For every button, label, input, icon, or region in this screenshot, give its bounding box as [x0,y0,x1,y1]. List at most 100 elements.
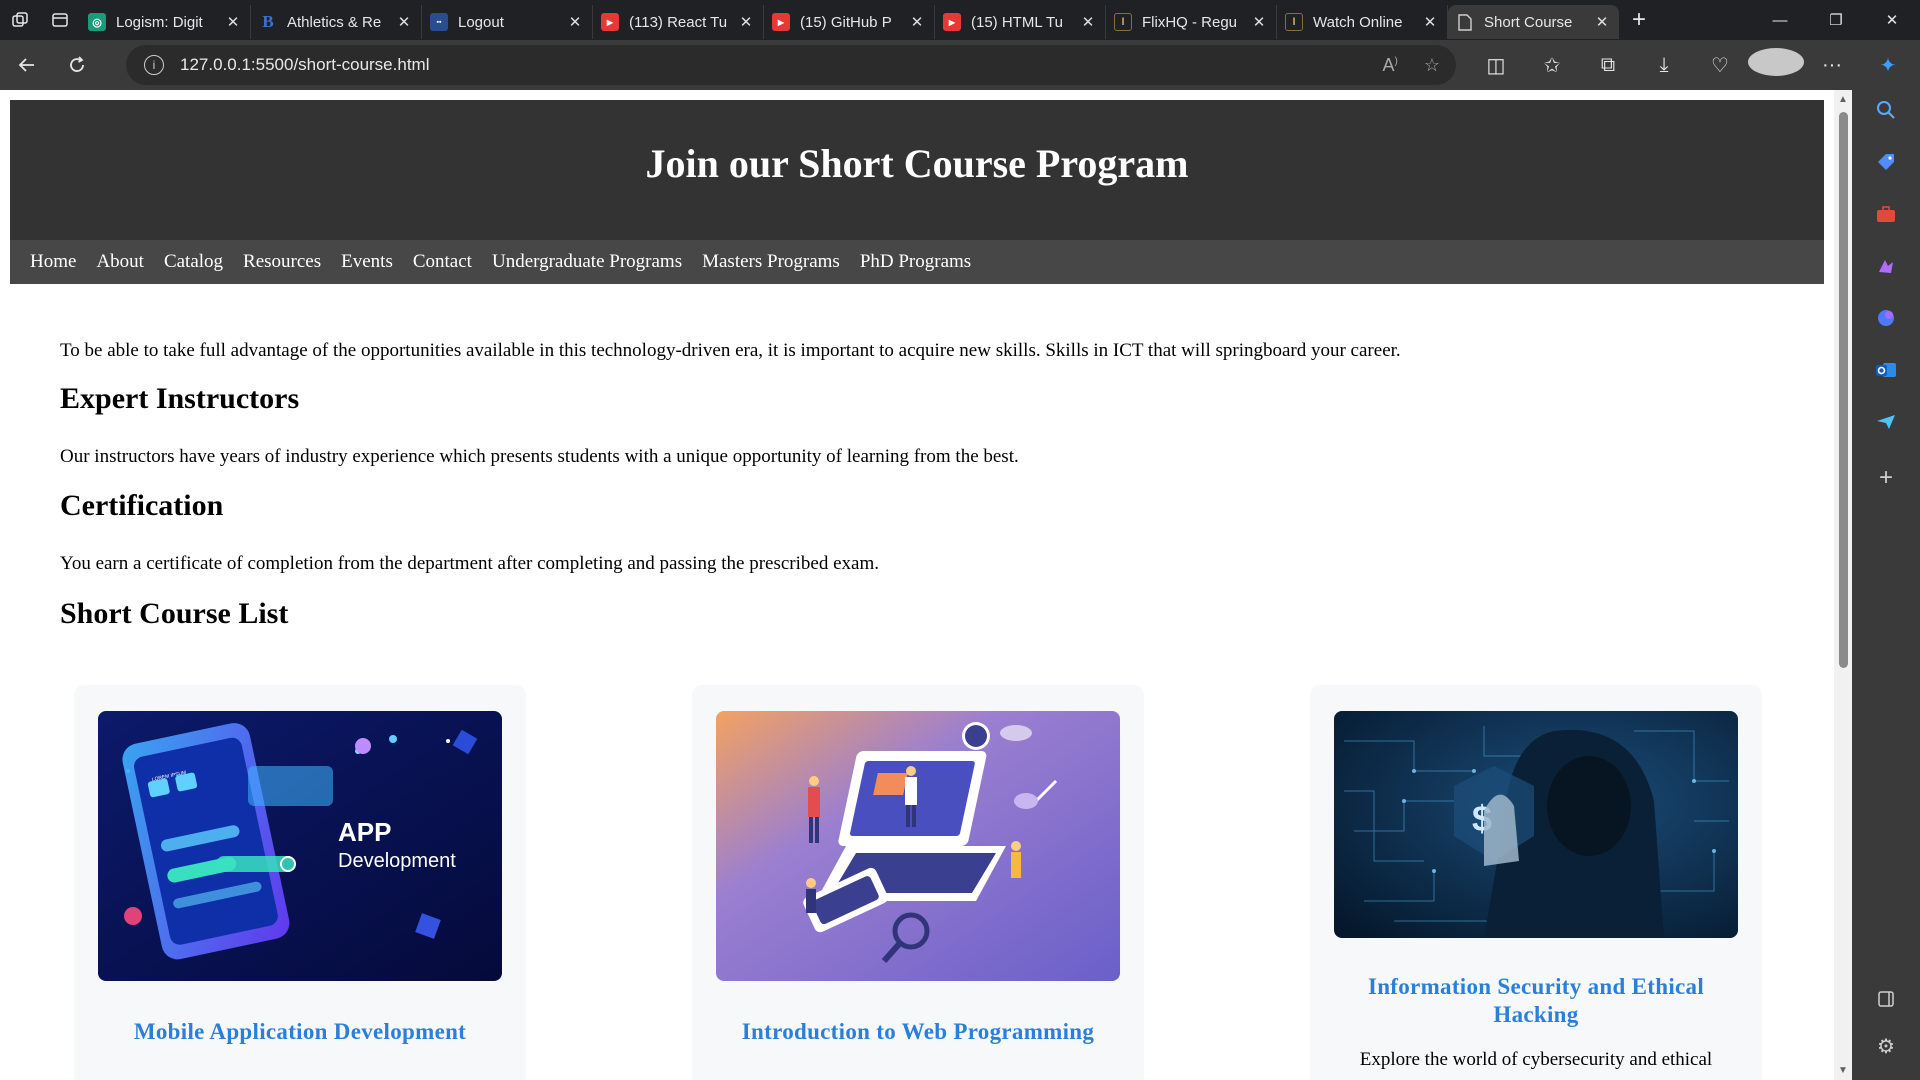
close-tab-icon[interactable]: ✕ [1250,13,1268,31]
page-title: Join our Short Course Program [645,141,1189,186]
nav-link-catalog[interactable]: Catalog [154,240,233,284]
b-letter-icon: B [262,12,274,31]
scroll-up-icon[interactable]: ▲ [1834,94,1852,105]
browser-tab[interactable]: B Athletics & Re ✕ [251,5,422,39]
nav-link-about[interactable]: About [86,240,154,284]
close-tab-icon[interactable]: ✕ [737,13,755,31]
tab-label: Athletics & Re [287,13,382,31]
browser-tab[interactable]: ▶ (113) React Tu ✕ [593,5,764,39]
course-title[interactable]: Mobile Application Development [94,1018,506,1046]
hide-sidebar-icon[interactable] [1852,990,1920,1008]
nav-link-events[interactable]: Events [331,240,403,284]
course-description: Explore the world of cybersecurity and e… [1359,1049,1713,1070]
downloads-icon[interactable]: ⤓ [1636,54,1692,77]
browser-tab[interactable]: ▶ (15) HTML Tu ✕ [935,5,1106,39]
course-image-mobile-app: APP Development LOREM IPSUM [98,711,502,981]
section-heading: Short Course List [60,597,289,630]
refresh-icon[interactable] [54,45,100,85]
nav-link-masters[interactable]: Masters Programs [692,240,850,284]
address-toolbar: i 127.0.0.1:5500/short-course.html A) ☆ … [0,40,1920,90]
site-info-icon[interactable]: i [144,55,164,75]
add-sidebar-app-icon[interactable]: + [1852,464,1920,492]
close-tab-icon[interactable]: ✕ [566,13,584,31]
tab-label: Short Course [1484,13,1573,31]
tab-label: Watch Online [1313,13,1403,31]
course-title[interactable]: Information Security and Ethical Hacking [1330,973,1742,1028]
page-viewport: Join our Short Course Program Home About… [0,90,1834,1080]
new-tab-icon[interactable]: + [1619,6,1659,34]
settings-gear-icon[interactable]: ⚙ [1852,1034,1920,1059]
browser-tab-strip: ◎ Logism: Digit ✕ B Athletics & Re ✕ ▪▪ … [0,0,1920,40]
course-card[interactable]: APP Development LOREM IPSUM Mobile Appli… [74,685,526,1080]
course-title[interactable]: Introduction to Web Programming [712,1018,1124,1046]
nav-link-phd[interactable]: PhD Programs [850,240,981,284]
games-icon[interactable] [1852,256,1920,276]
course-card[interactable]: $ Information Security and Ethical Hacki… [1310,685,1762,1080]
nav-link-resources[interactable]: Resources [233,240,331,284]
main-nav: Home About Catalog Resources Events Cont… [10,240,1824,284]
course-card[interactable]: Introduction to Web Programming [692,685,1144,1080]
tab-label: (113) React Tu [629,13,728,31]
browser-tab[interactable]: ▪▪ Logout ✕ [422,5,593,39]
page-scrollbar[interactable]: ▲ ▼ [1834,90,1852,1080]
close-window-icon[interactable]: ✕ [1864,0,1920,40]
minimize-icon[interactable]: — [1752,0,1808,40]
scrollbar-thumb[interactable] [1839,112,1848,668]
tools-briefcase-icon[interactable] [1852,204,1920,224]
section-text: Our instructors have years of industry e… [60,446,1019,467]
flixhq-icon: I [1285,13,1303,31]
scroll-down-icon[interactable]: ▼ [1834,1065,1852,1076]
close-tab-icon[interactable]: ✕ [1593,13,1611,31]
close-tab-icon[interactable]: ✕ [395,13,413,31]
document-icon [1456,13,1474,31]
favorites-icon[interactable]: ✩ [1524,53,1580,78]
restore-icon[interactable]: ❐ [1808,0,1864,40]
tab-actions-icon[interactable] [40,0,80,40]
profile-avatar[interactable] [1748,48,1804,82]
youtube-icon: ▶ [601,13,619,31]
more-options-icon[interactable]: ··· [1804,54,1860,77]
collections-icon[interactable]: ⧉ [1580,54,1636,77]
copilot-sidebar-icon[interactable] [1852,308,1920,328]
section-heading: Certification [60,489,224,522]
send-plane-icon[interactable] [1852,412,1920,432]
flixhq-icon: I [1114,13,1132,31]
read-aloud-icon[interactable]: A) [1383,55,1398,76]
youtube-icon: ▶ [772,13,790,31]
browser-tab[interactable]: ◎ Logism: Digit ✕ [80,5,251,39]
split-screen-icon[interactable]: ◫ [1468,53,1524,78]
section-text: You earn a certificate of completion fro… [60,553,879,574]
tab-label: FlixHQ - Regu [1142,13,1238,31]
browser-tab[interactable]: ▶ (15) GitHub P ✕ [764,5,935,39]
course-card-list: APP Development LOREM IPSUM Mobile Appli… [74,685,1762,1080]
workspaces-icon[interactable] [0,0,40,40]
copilot-icon[interactable]: ✦ [1860,53,1916,78]
address-bar[interactable]: i 127.0.0.1:5500/short-course.html A) ☆ [126,45,1456,85]
back-icon[interactable] [4,45,50,85]
tab-label: Logout [458,13,504,31]
close-tab-icon[interactable]: ✕ [1421,13,1439,31]
tab-label: Logism: Digit [116,13,203,31]
close-tab-icon[interactable]: ✕ [224,13,242,31]
youtube-icon: ▶ [943,13,961,31]
shopping-tag-icon[interactable] [1852,152,1920,172]
search-icon[interactable] [1852,100,1920,120]
favorite-star-icon[interactable]: ☆ [1424,55,1440,76]
url-text[interactable]: 127.0.0.1:5500/short-course.html [180,55,429,75]
close-tab-icon[interactable]: ✕ [1079,13,1097,31]
browser-tab[interactable]: I FlixHQ - Regu ✕ [1106,5,1277,39]
section-heading: Expert Instructors [60,382,300,415]
site-header: Join our Short Course Program Home About… [10,100,1824,284]
browser-tab[interactable]: I Watch Online ✕ [1277,5,1448,39]
image-text: Development [338,850,456,872]
window-controls: — ❐ ✕ [1752,0,1920,40]
close-tab-icon[interactable]: ✕ [908,13,926,31]
nav-link-home[interactable]: Home [20,240,86,284]
browser-essentials-icon[interactable]: ♡ [1692,53,1748,78]
nav-link-undergraduate[interactable]: Undergraduate Programs [482,240,692,284]
edge-sidebar: + ⚙ [1852,90,1920,1080]
outlook-icon[interactable] [1852,360,1920,380]
nav-link-contact[interactable]: Contact [403,240,482,284]
browser-tab-active[interactable]: Short Course ✕ [1448,5,1619,39]
tab-label: (15) GitHub P [800,13,892,31]
